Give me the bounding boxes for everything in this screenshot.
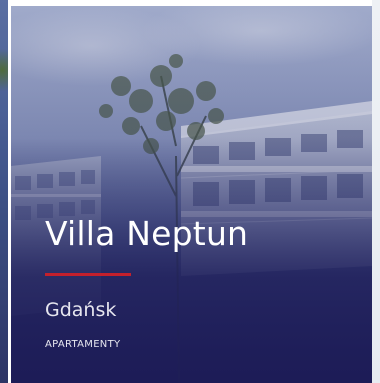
next-card-peek[interactable] — [372, 0, 380, 383]
previous-card-peek[interactable] — [0, 0, 8, 383]
card-overlay — [11, 6, 372, 383]
title-divider — [45, 273, 131, 276]
property-card[interactable]: Villa Neptun Gdańsk APARTAMENTY — [11, 6, 372, 383]
property-category: APARTAMENTY — [45, 339, 121, 350]
property-city: Gdańsk — [45, 299, 117, 321]
property-title[interactable]: Villa Neptun — [45, 217, 248, 250]
previous-card-image — [0, 40, 8, 100]
listing-carousel: Villa Neptun Gdańsk APARTAMENTY — [0, 0, 380, 383]
